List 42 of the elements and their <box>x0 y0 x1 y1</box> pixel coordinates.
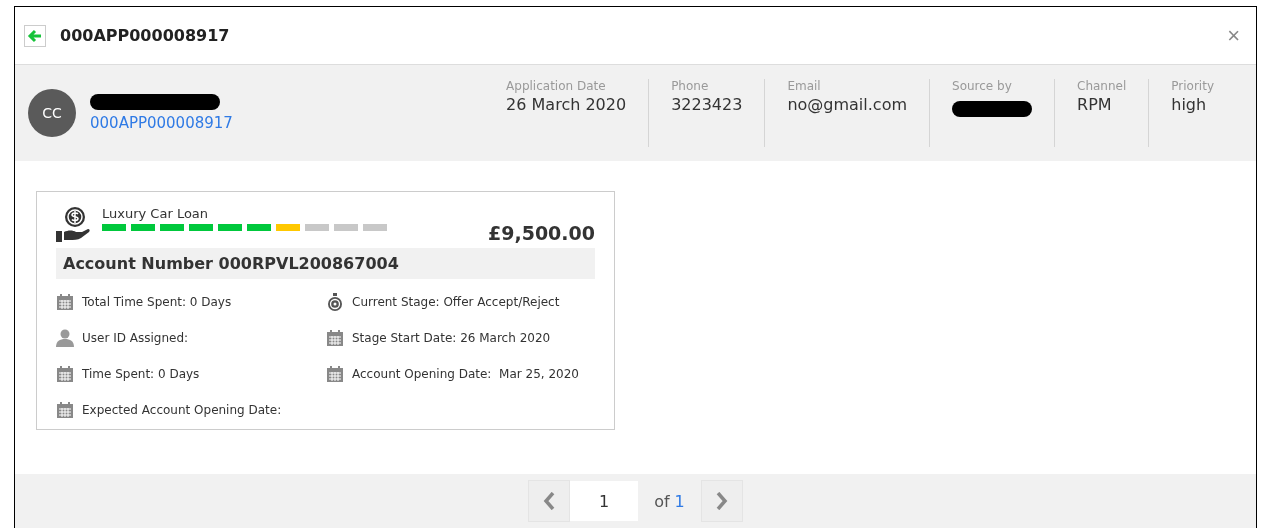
detail-text: Total Time Spent: 0 Days <box>82 295 232 309</box>
product-name: Luxury Car Loan <box>102 206 210 221</box>
back-arrow-icon <box>27 27 43 44</box>
calendar-icon <box>56 401 74 419</box>
detail-text: Expected Account Opening Date: <box>82 403 282 417</box>
window-title: 000APP000008917 <box>60 26 231 45</box>
field-label: Priority <box>1171 79 1214 93</box>
chevron-left-icon <box>543 492 556 510</box>
close-button[interactable]: × <box>1221 24 1246 47</box>
calendar-icon <box>326 329 344 347</box>
avatar: CC <box>28 89 76 137</box>
field-value: RPM <box>1077 95 1113 114</box>
detail-text: Account Opening Date: Mar 25, 2020 <box>352 367 579 381</box>
field-label: Application Date <box>506 79 607 93</box>
account-number: Account Number 000RPVL200867004 <box>56 248 595 279</box>
user-icon <box>56 329 74 347</box>
calendar-icon <box>56 365 74 383</box>
money-hand-icon <box>56 206 90 242</box>
detail-text: Stage Start Date: 26 March 2020 <box>352 331 551 345</box>
detail-text: Current Stage: Offer Accept/Reject <box>352 295 560 309</box>
field-value: high <box>1171 95 1208 114</box>
application-link[interactable]: 000APP000008917 <box>90 114 233 132</box>
field-value: 3223423 <box>671 95 743 114</box>
field-label: Phone <box>671 79 710 93</box>
detail-text: Time Spent: 0 Days <box>82 367 200 381</box>
calendar-icon <box>326 365 344 383</box>
field-label: Source by <box>952 79 1013 93</box>
field-value: no@gmail.com <box>787 95 907 114</box>
page-of-label: of <box>654 491 670 511</box>
next-page-button[interactable] <box>700 480 743 522</box>
field-label: Email <box>787 79 822 93</box>
page-total[interactable]: 1 <box>674 491 685 511</box>
stopwatch-icon <box>326 293 344 311</box>
detail-text: User ID Assigned: <box>82 331 189 345</box>
previous-page-button[interactable] <box>528 480 571 522</box>
back-button[interactable] <box>24 24 46 47</box>
field-value: 26 March 2020 <box>506 95 627 114</box>
loan-amount: £9,500.00 <box>488 222 595 244</box>
field-label: Channel <box>1077 79 1127 93</box>
page-field[interactable]: 1 <box>570 481 639 521</box>
calendar-icon <box>56 293 74 311</box>
chevron-right-icon <box>715 492 728 510</box>
